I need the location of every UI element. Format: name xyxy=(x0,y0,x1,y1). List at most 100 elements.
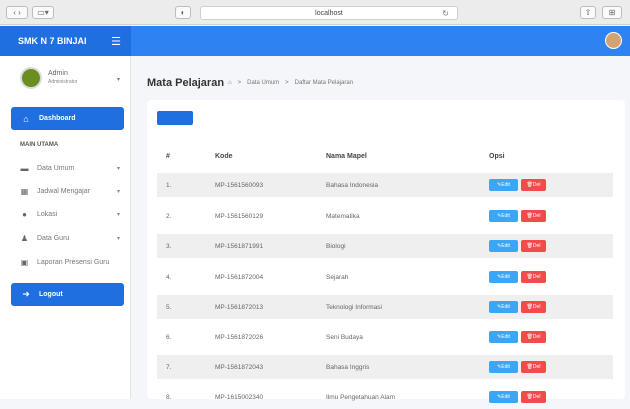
chevron-down-icon: ▾ xyxy=(116,189,120,195)
main-content: Mata Pelajaran ⌂ > Data Umum > Daftar Ma… xyxy=(132,56,630,403)
user-name: Admin xyxy=(48,70,68,77)
home-icon[interactable]: ⌂ xyxy=(228,80,232,86)
breadcrumb-data-umum[interactable]: Data Umum xyxy=(247,80,279,86)
row-actions: ✎ Edit 🗑 Del xyxy=(489,325,546,349)
delete-button[interactable]: 🗑 Del xyxy=(521,240,546,252)
table-row: 8. MP-1615002340 Ilmu Pengetahuan Alam ✎… xyxy=(157,385,613,409)
row-kode: MP-1561872013 xyxy=(215,303,264,311)
row-actions: ✎ Edit 🗑 Del xyxy=(489,173,546,197)
reload-icon[interactable]: ↻ xyxy=(442,9,449,18)
sidebar-item-data-guru[interactable]: ♟ Data Guru ▾ xyxy=(20,234,120,243)
sidebar-item-jadwal-mengajar[interactable]: ▦ Jadwal Mengajar ▾ xyxy=(20,187,120,196)
breadcrumb-separator: > xyxy=(237,80,242,86)
tabs-icon[interactable]: ⊞ xyxy=(602,6,622,19)
chevron-down-icon: ▾ xyxy=(116,166,120,172)
edit-button[interactable]: ✎ Edit xyxy=(489,301,518,313)
add-button[interactable]: Tambah xyxy=(157,111,193,125)
row-kode: MP-1615002340 xyxy=(215,393,264,401)
header-opsi: Opsi xyxy=(489,152,505,160)
table-row: 3. MP-1561871991 Biologi ✎ Edit 🗑 Del xyxy=(157,234,613,258)
delete-button[interactable]: 🗑 Del xyxy=(521,301,546,313)
page-title: Mata Pelajaran xyxy=(147,77,225,89)
delete-label: Del xyxy=(532,274,541,280)
row-kode: MP-1561871991 xyxy=(215,242,264,250)
sidebar-item-laporan[interactable]: ▣ Laporan Presensi Guru xyxy=(20,258,130,267)
logout-label: Logout xyxy=(39,291,63,298)
table-row: 5. MP-1561872013 Teknologi Informasi ✎ Ed… xyxy=(157,295,613,319)
chevron-down-icon: ▾ xyxy=(116,236,120,242)
app-header: SMK N 7 BINJAI ☰ xyxy=(0,26,630,56)
delete-label: Del xyxy=(532,334,541,340)
logout-icon: ➜ xyxy=(22,289,30,299)
edit-button[interactable]: ✎ Edit xyxy=(489,331,518,343)
edit-label: Edit xyxy=(501,274,510,280)
row-nama: Sejarah xyxy=(326,273,349,281)
edit-button[interactable]: ✎ Edit xyxy=(489,391,518,403)
row-nama: Biologi xyxy=(326,242,346,250)
row-nama: Teknologi Informasi xyxy=(326,303,382,311)
delete-label: Del xyxy=(532,243,541,249)
row-nama: Matematika xyxy=(326,212,360,220)
delete-button[interactable]: 🗑 Del xyxy=(521,210,546,222)
edit-button[interactable]: ✎ Edit xyxy=(489,240,518,252)
delete-button[interactable]: 🗑 Del xyxy=(521,391,546,403)
breadcrumb-separator: > xyxy=(285,80,289,86)
sidebar-item-label: Jadwal Mengajar xyxy=(37,188,90,195)
url-bar[interactable]: localhost ↻ xyxy=(200,6,458,20)
dashboard-label: Dashboard xyxy=(39,115,76,122)
delete-button[interactable]: 🗑 Del xyxy=(521,331,546,343)
edit-label: Edit xyxy=(501,243,510,249)
delete-label: Del xyxy=(532,364,541,370)
brand-title: SMK N 7 BINJAI xyxy=(18,36,87,46)
sidebar-item-label: Laporan Presensi Guru xyxy=(37,259,110,266)
user-panel[interactable]: Admin Administrator xyxy=(20,67,77,89)
row-number: 2. xyxy=(166,212,172,220)
chevron-down-icon: ▾ xyxy=(116,212,120,218)
header-kode: Kode xyxy=(215,152,233,160)
report-icon: ▣ xyxy=(20,258,29,267)
calendar-icon: ▦ xyxy=(20,187,29,196)
edit-button[interactable]: ✎ Edit xyxy=(489,361,518,373)
edit-button[interactable]: ✎ Edit xyxy=(489,179,518,191)
back-forward-buttons[interactable]: ‹ › xyxy=(6,6,28,19)
sidebar-toggle-button[interactable]: ▭▾ xyxy=(32,6,54,19)
edit-button[interactable]: ✎ Edit xyxy=(489,271,518,283)
delete-button[interactable]: 🗑 Del xyxy=(521,361,546,373)
table-row: 2. MP-1561560129 Matematika ✎ Edit 🗑 Del xyxy=(157,204,613,228)
row-kode: MP-1561872026 xyxy=(215,333,264,341)
delete-button[interactable]: 🗑 Del xyxy=(521,271,546,283)
delete-label: Del xyxy=(532,394,541,400)
menu-icon[interactable]: ☰ xyxy=(111,35,121,48)
row-number: 3. xyxy=(166,242,172,250)
logout-button[interactable]: ➜ Logout xyxy=(11,283,124,306)
edit-label: Edit xyxy=(501,364,510,370)
share-icon[interactable]: ⇧ xyxy=(580,6,596,19)
edit-label: Edit xyxy=(501,304,510,310)
row-nama: Bahasa Indonesia xyxy=(326,181,379,189)
table-row: 7. MP-1561872043 Bahasa Inggris ✎ Edit 🗑 De… xyxy=(157,355,613,379)
row-actions: ✎ Edit 🗑 Del xyxy=(489,204,546,228)
user-caret-icon[interactable]: ▾ xyxy=(117,76,120,83)
avatar xyxy=(20,67,42,89)
delete-button[interactable]: 🗑 Del xyxy=(521,179,546,191)
row-actions: ✎ Edit 🗑 Del xyxy=(489,385,546,409)
row-actions: ✎ Edit 🗑 Del xyxy=(489,234,546,258)
sidebar-item-data-umum[interactable]: ▬ Data Umum ▾ xyxy=(20,164,121,173)
header-avatar[interactable] xyxy=(605,32,622,49)
privacy-icon[interactable]: ◐ xyxy=(175,6,191,19)
sidebar-item-dashboard[interactable]: ⌂ Dashboard xyxy=(11,107,124,130)
row-nama: Seni Budaya xyxy=(326,333,363,341)
row-kode: MP-1561560093 xyxy=(215,181,264,189)
brand[interactable]: SMK N 7 BINJAI ☰ xyxy=(0,26,131,56)
edit-label: Edit xyxy=(501,182,510,188)
breadcrumb: ⌂ > Data Umum > Daftar Mata Pelajaran xyxy=(228,80,353,86)
url-text: localhost xyxy=(315,9,343,17)
delete-label: Del xyxy=(532,182,541,188)
edit-button[interactable]: ✎ Edit xyxy=(489,210,518,222)
sidebar: Admin Administrator ▾ ⌂ Dashboard MAIN U… xyxy=(0,56,131,399)
delete-label: Del xyxy=(532,213,541,219)
map-pin-icon: ● xyxy=(22,210,27,219)
row-number: 7. xyxy=(166,363,172,371)
sidebar-item-lokasi[interactable]: ● Lokasi ▾ xyxy=(20,210,120,219)
folder-icon: ▬ xyxy=(20,164,29,173)
